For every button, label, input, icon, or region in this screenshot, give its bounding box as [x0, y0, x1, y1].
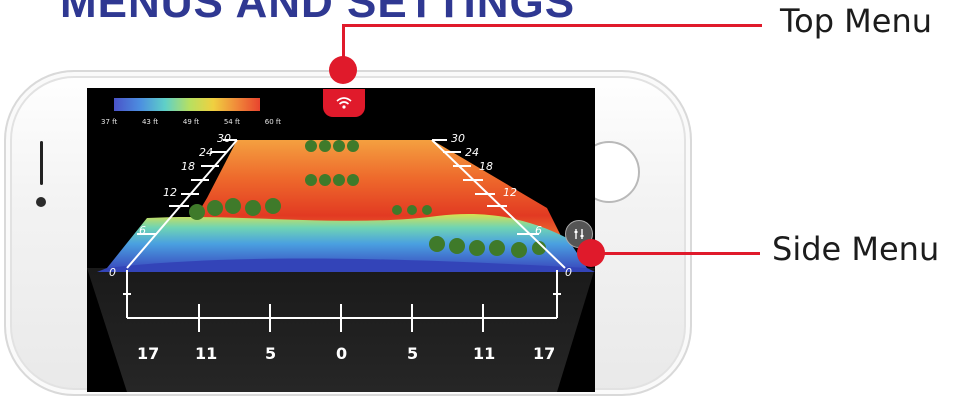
side-menu-callout-dot: [577, 239, 605, 267]
depth-legend-ticks: 37 ft 43 ft 49 ft 54 ft 60 ft: [101, 118, 281, 126]
left-axis-label: 24: [199, 146, 213, 159]
bottom-axis-label: 17: [137, 344, 160, 363]
legend-tick: 37 ft: [101, 118, 118, 126]
bottom-axis-label: 11: [473, 344, 496, 363]
right-axis-label: 6: [535, 224, 542, 237]
legend-tick: 43 ft: [141, 118, 159, 126]
legend-tick: 49 ft: [182, 118, 200, 126]
top-menu-callout-dot: [329, 56, 357, 84]
legend-tick: 60 ft: [264, 118, 281, 126]
side-menu-callout-line: [590, 252, 760, 255]
right-axis-label: 0: [565, 266, 572, 279]
bottom-axis-label: 0: [336, 344, 348, 363]
sliders-icon: [574, 229, 584, 239]
left-axis-label: 6: [139, 224, 146, 237]
bottom-axis-label: 17: [533, 344, 556, 363]
bottom-axis-label: 5: [407, 344, 419, 363]
sonar-3d-view: 37 ft 43 ft 49 ft 54 ft 60 ft 30 24 18 1…: [87, 88, 595, 392]
side-menu-callout-label: Side Menu: [772, 230, 940, 268]
bottom-axis-label: 11: [195, 344, 218, 363]
right-axis-label: 24: [465, 146, 479, 159]
right-axis-label: 12: [503, 186, 517, 199]
left-axis-label: 30: [217, 132, 231, 145]
depth-legend-bar: [114, 98, 260, 111]
top-menu-button[interactable]: [323, 89, 365, 117]
bottom-axis-label: 5: [265, 344, 277, 363]
front-camera: [36, 197, 46, 207]
left-axis-label: 0: [109, 266, 116, 279]
top-menu-callout-label: Top Menu: [780, 2, 933, 40]
right-axis-label: 18: [479, 160, 493, 173]
earpiece: [40, 141, 43, 185]
left-axis-label: 12: [163, 186, 177, 199]
right-axis-label: 30: [451, 132, 465, 145]
legend-tick: 54 ft: [223, 118, 241, 126]
wifi-icon: [336, 97, 352, 109]
left-axis-label: 18: [181, 160, 195, 173]
top-menu-callout-line: [342, 24, 762, 27]
